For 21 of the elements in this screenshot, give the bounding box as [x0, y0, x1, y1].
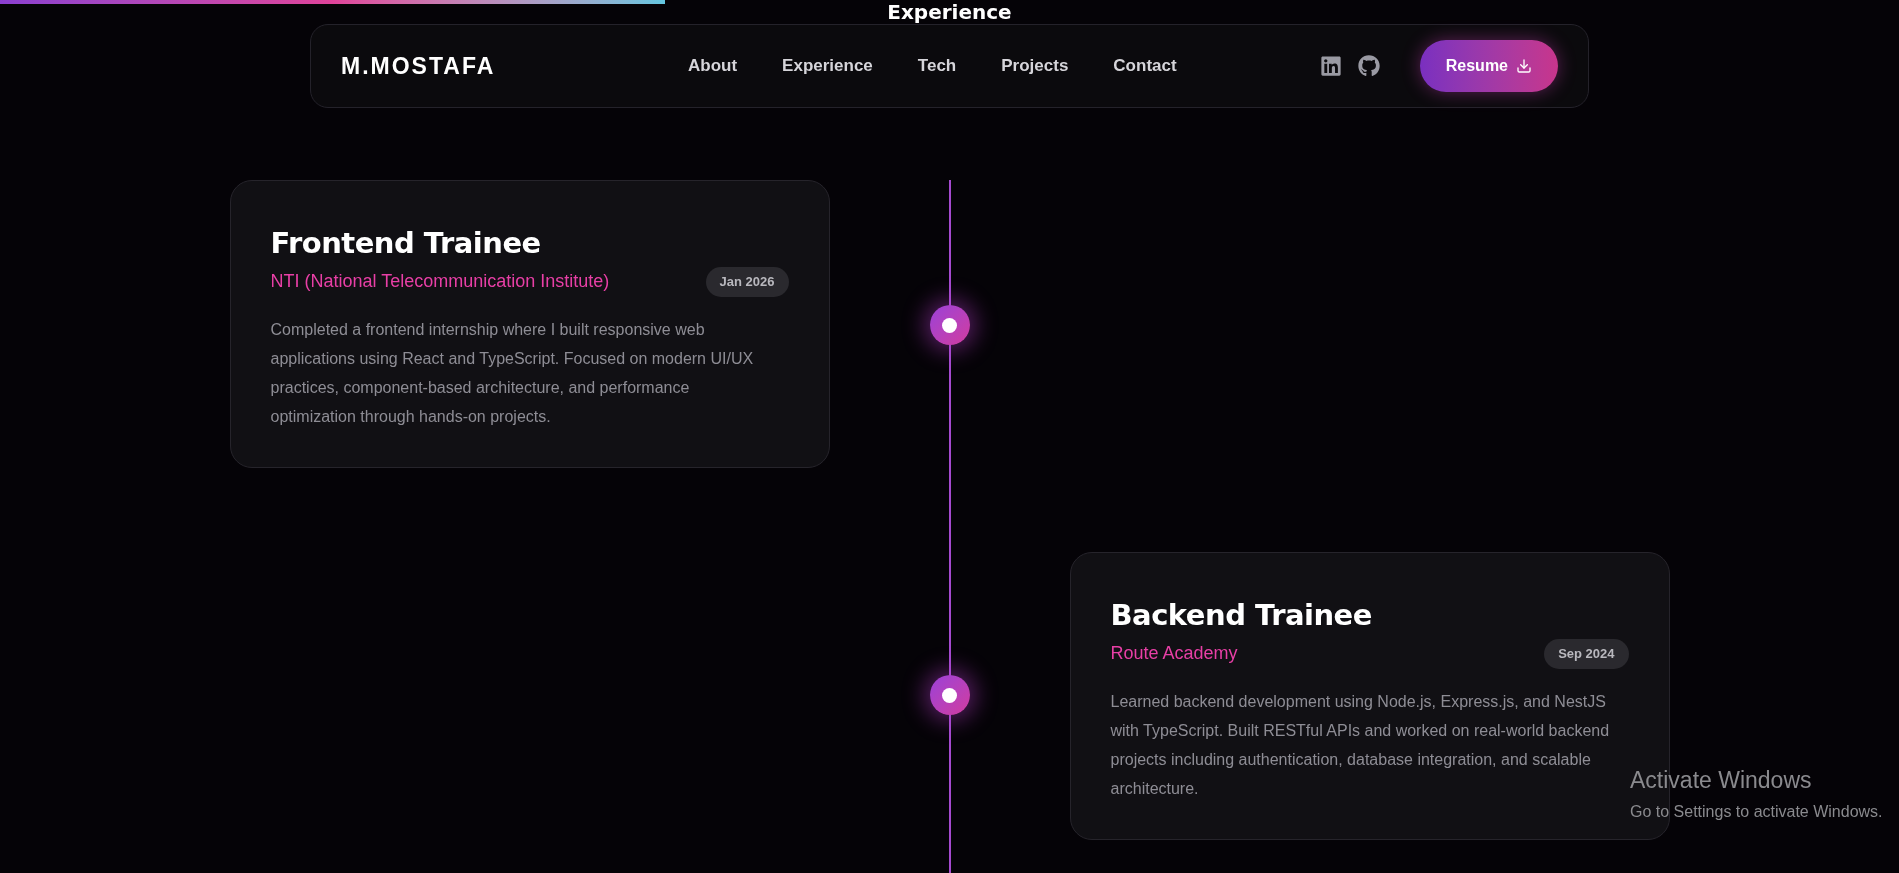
download-icon [1516, 58, 1532, 74]
nav-link[interactable]: Tech [917, 53, 957, 79]
nav-link[interactable]: Projects [1001, 53, 1069, 79]
job-title: Frontend Trainee [270, 225, 542, 261]
resume-button[interactable]: Resume [1419, 40, 1558, 92]
activation-message: Go to Settings to activate Windows. [1630, 802, 1883, 822]
date-badge: Sep 2024 [1544, 639, 1629, 669]
nav-link[interactable]: About [688, 53, 738, 79]
job-description: Learned backend development using Node.js, Express.js, and NestJS with TypeScript. Built RESTful APIs and worked on real-world backend projects including authentication, database integration, and scalable architecture. [1110, 691, 1611, 799]
linkedin-icon[interactable] [1319, 55, 1342, 77]
company-name: Route Academy [1110, 642, 1238, 666]
section-heading: Experience [887, 1, 1012, 23]
brand-logo[interactable]: M.MOSTAFA [341, 48, 661, 84]
job-title: Backend Trainee [1110, 597, 1373, 633]
activation-title: Activate Windows [1630, 766, 1813, 794]
company-name: NTI (National Telecommunication Institute) [270, 270, 610, 294]
github-icon[interactable] [1357, 55, 1380, 77]
nav-link[interactable]: Experience [782, 53, 873, 79]
nav-link[interactable]: Contact [1113, 53, 1177, 79]
date-badge: Jan 2026 [705, 267, 789, 297]
job-description: Completed a frontend internship where I built responsive web applications using React and TypeScript. Focused on modern UI/UX practices, component-based architecture, and performance optimization through hands-on projects. [270, 319, 755, 427]
